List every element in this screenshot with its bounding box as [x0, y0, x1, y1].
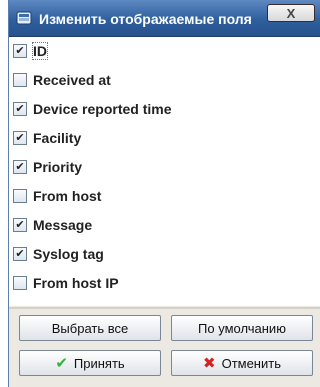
checkbox-id[interactable]: ✔ [13, 44, 27, 58]
option-from-host[interactable]: From host [9, 185, 309, 209]
option-message[interactable]: ✔ Message [9, 214, 309, 238]
window-title: Изменить отображаемые поля [39, 11, 252, 27]
checkbox-from-host[interactable] [13, 189, 27, 203]
default-label: По умолчанию [198, 320, 286, 336]
checkbox-syslog-tag[interactable]: ✔ [13, 247, 27, 261]
checkbox-from-host-ip[interactable] [13, 276, 27, 290]
checkbox-facility[interactable]: ✔ [13, 131, 27, 145]
option-device-reported-time[interactable]: ✔ Device reported time [9, 98, 309, 122]
option-label: Message [33, 217, 93, 233]
accept-button[interactable]: ✔ Принять [19, 350, 161, 376]
title-bar[interactable]: Изменить отображаемые поля X [9, 0, 320, 37]
accept-label: Принять [73, 355, 125, 371]
option-label: Received at [33, 72, 111, 88]
app-icon [16, 11, 32, 25]
select-all-label: Выбрать все [51, 320, 129, 336]
option-label: Priority [33, 159, 83, 175]
close-button[interactable]: X [267, 4, 315, 22]
option-label: From host [33, 188, 102, 204]
cancel-button[interactable]: ✖ Отменить [171, 350, 313, 376]
option-label: Facility [33, 130, 82, 146]
red-x-icon: ✖ [203, 355, 216, 372]
checkmark-icon: ✔ [55, 355, 68, 372]
checkbox-message[interactable]: ✔ [13, 218, 27, 232]
checkbox-device-reported-time[interactable]: ✔ [13, 102, 27, 116]
option-syslog-tag[interactable]: ✔ Syslog tag [9, 243, 309, 267]
option-label: Syslog tag [33, 246, 104, 262]
option-label: ID [32, 42, 48, 60]
option-from-host-ip[interactable]: From host IP [9, 272, 309, 296]
select-all-button[interactable]: Выбрать все [19, 315, 161, 341]
option-facility[interactable]: ✔ Facility [9, 127, 309, 151]
close-icon: X [286, 5, 296, 21]
option-label: From host IP [33, 275, 119, 291]
option-received-at[interactable]: Received at [9, 69, 309, 93]
button-panel: Выбрать все По умолчанию ✔ Принять ✖ Отм… [9, 309, 320, 387]
option-priority[interactable]: ✔ Priority [9, 156, 309, 180]
dialog-window: Изменить отображаемые поля X ✔ ID Receiv… [8, 0, 320, 387]
checkbox-priority[interactable]: ✔ [13, 160, 27, 174]
cancel-label: Отменить [221, 355, 281, 371]
checkbox-received-at[interactable] [13, 73, 27, 87]
option-label: Device reported time [33, 101, 172, 117]
default-button[interactable]: По умолчанию [171, 315, 313, 341]
option-id[interactable]: ✔ ID [9, 40, 309, 64]
